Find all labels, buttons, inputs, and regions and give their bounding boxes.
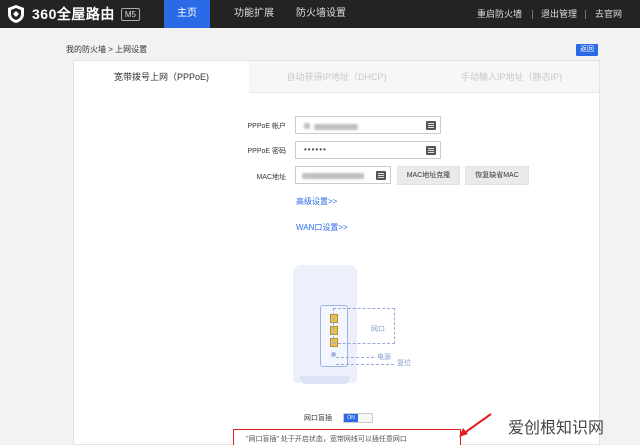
red-arrow-icon: [459, 413, 492, 437]
redacted-value: [304, 123, 310, 129]
nav-separator: [585, 10, 586, 19]
port-callout-box: [333, 308, 395, 344]
watermark: 爱创根知识网: [508, 420, 605, 437]
reset-label: 复位: [397, 360, 411, 367]
restart-firewall-link[interactable]: 重启防火墙: [477, 0, 522, 28]
reset-callout-line: [336, 364, 394, 365]
official-site-link[interactable]: 去官网: [595, 0, 622, 28]
keyboard-icon[interactable]: [426, 121, 436, 130]
pppoe-account-label: PPPoE 帐户: [247, 123, 286, 130]
notice-text: "网口盲插" 处于开启状态，宽带网线可以插任意网口: [246, 436, 407, 443]
pppoe-password-input[interactable]: ••••••: [295, 141, 441, 159]
connection-type-tabs: 宽带拨号上网（PPPoE) 自动获得IP地址（DHCP) 手动输入IP地址（静态…: [74, 61, 599, 93]
nav-separator: [532, 10, 533, 19]
nav-tab-firewall-settings[interactable]: 防火墙设置: [292, 0, 350, 28]
mac-address-label: MAC地址: [256, 174, 286, 181]
blind-plug-toggle[interactable]: ON: [343, 413, 373, 423]
top-nav-bar: 360全屋路由 M5 主页 功能扩展 防火墙设置 重启防火墙 退出管理 去官网: [0, 0, 640, 28]
logout-link[interactable]: 退出管理: [541, 0, 577, 28]
shield-logo-icon: [8, 5, 24, 23]
redacted-value: [302, 173, 364, 179]
logo-text: 360全屋路由: [32, 6, 115, 22]
pppoe-password-label: PPPoE 密码: [247, 148, 286, 155]
redacted-value: [314, 124, 358, 130]
nav-tab-home[interactable]: 主页: [164, 0, 210, 28]
pppoe-account-input[interactable]: [295, 116, 441, 134]
tab-pppoe[interactable]: 宽带拨号上网（PPPoE): [74, 61, 249, 93]
blind-plug-notice: "网口盲插" 处于开启状态，宽带网线可以插任意网口: [233, 429, 461, 445]
password-value: ••••••: [304, 145, 327, 154]
logo[interactable]: 360全屋路由 M5: [6, 4, 140, 24]
power-label: 电源: [377, 354, 391, 361]
nav-tab-extensions[interactable]: 功能扩展: [228, 0, 280, 28]
mac-clone-button[interactable]: MAC地址克隆: [397, 166, 460, 185]
keyboard-icon[interactable]: [376, 171, 386, 180]
tab-dhcp[interactable]: 自动获得IP地址（DHCP): [249, 61, 424, 93]
blind-plug-label: 网口盲插: [304, 415, 332, 422]
port-label: 网口: [371, 326, 385, 333]
model-badge: M5: [120, 7, 140, 21]
back-button[interactable]: 返回: [576, 44, 598, 56]
toggle-state: ON: [344, 414, 358, 422]
breadcrumb: 我的防火墙 > 上网设置: [66, 45, 148, 54]
wan-settings-link[interactable]: WAN口设置>>: [296, 222, 348, 233]
keyboard-icon[interactable]: [426, 146, 436, 155]
router-base: [300, 376, 350, 384]
tab-static-ip[interactable]: 手动输入IP地址（静态IP): [424, 61, 599, 93]
power-callout-line: [336, 357, 374, 358]
advanced-settings-link[interactable]: 高级设置>>: [296, 196, 337, 207]
mac-restore-default-button[interactable]: 恢复缺省MAC: [465, 166, 529, 185]
mac-address-input[interactable]: [295, 166, 391, 184]
